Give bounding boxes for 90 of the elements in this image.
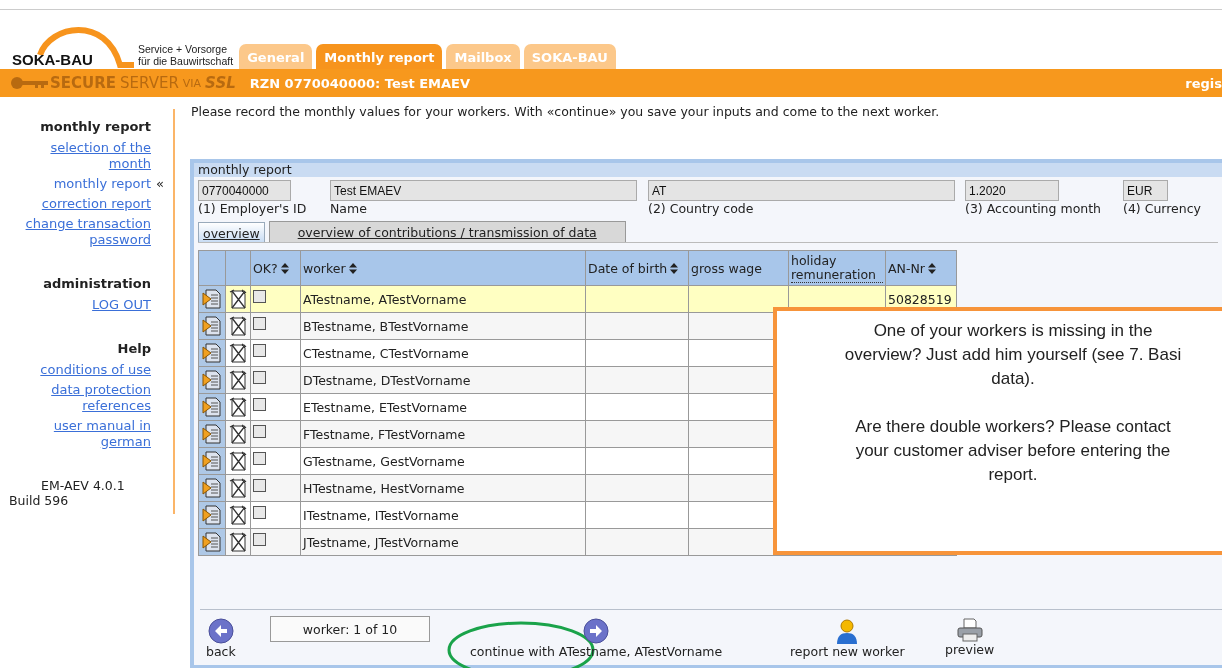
field-label: (1) Employer's ID: [198, 201, 307, 216]
action-button[interactable]: report new worker: [790, 618, 905, 659]
delete-icon[interactable]: [229, 505, 247, 525]
secure-server-logo-text: SSL: [205, 74, 236, 92]
edit-icon[interactable]: [202, 370, 222, 390]
column-header: gross wage: [691, 260, 762, 276]
table-cell: JTestname, JTestVorname: [303, 534, 459, 550]
logo-tagline: für die Bauwirtschaft: [138, 55, 234, 67]
field-label: (3) Accounting month: [965, 201, 1102, 216]
edit-icon[interactable]: [202, 397, 222, 417]
page-title: RZN 0770040000: Test EMAEV: [249, 75, 471, 91]
subtab[interactable]: overview: [198, 222, 265, 242]
readonly-field[interactable]: EUR: [1123, 180, 1168, 201]
sidebar-link[interactable]: LOG OUT: [21, 297, 151, 313]
checkbox[interactable]: [253, 532, 266, 546]
delete-icon[interactable]: [229, 397, 247, 417]
field-label: (2) Country code: [648, 201, 754, 216]
sort-icon[interactable]: [927, 262, 936, 274]
checkbox[interactable]: [253, 424, 266, 438]
checkbox[interactable]: [253, 505, 266, 519]
table-cell: DTestname, DTestVorname: [303, 372, 471, 388]
person-icon[interactable]: [836, 618, 859, 644]
logo-tagline: Service + Vorsorge: [138, 43, 228, 55]
edit-icon[interactable]: [202, 532, 222, 552]
delete-icon[interactable]: [229, 289, 247, 309]
delete-icon[interactable]: [229, 370, 247, 390]
checkbox[interactable]: [253, 370, 266, 384]
sidebar-link[interactable]: conditions of use: [21, 362, 151, 378]
sidebar-link[interactable]: user manual in german: [21, 418, 151, 450]
field-label: Name: [330, 201, 367, 216]
field-label: (4) Currency: [1123, 201, 1201, 216]
table-cell: ETestname, ETestVorname: [303, 399, 468, 415]
sidebar-link[interactable]: correction report: [21, 196, 151, 212]
edit-icon[interactable]: [202, 478, 222, 498]
edit-icon[interactable]: [202, 424, 222, 444]
delete-icon[interactable]: [229, 451, 247, 471]
edit-icon[interactable]: [202, 289, 222, 309]
readonly-field[interactable]: 1.2020: [965, 180, 1059, 201]
checkbox[interactable]: [253, 451, 266, 465]
edit-icon[interactable]: [202, 343, 222, 363]
secure-server-logo-text: SERVER: [120, 74, 179, 92]
sidebar-heading: Help: [116, 341, 151, 356]
table-cell: HTestname, HestVorname: [303, 480, 465, 496]
table-cell: FTestname, FTestVorname: [303, 426, 466, 442]
readonly-field[interactable]: AT: [648, 180, 955, 201]
back-button[interactable]: back: [206, 618, 236, 659]
sort-icon[interactable]: [280, 262, 289, 274]
checkbox[interactable]: [253, 343, 266, 357]
table-cell: 50828519: [888, 291, 952, 307]
delete-icon[interactable]: [229, 316, 247, 336]
table-cell: CTestname, CTestVorname: [303, 345, 469, 361]
column-header[interactable]: worker: [303, 260, 346, 276]
sort-icon[interactable]: [348, 262, 357, 274]
edit-icon[interactable]: [202, 505, 222, 525]
secure-server-logo-text: SECURE: [50, 74, 117, 92]
table-cell: ATestname, ATestVorname: [303, 291, 467, 307]
checkbox[interactable]: [253, 397, 266, 411]
edit-icon[interactable]: [202, 451, 222, 471]
checkbox[interactable]: [253, 289, 266, 303]
delete-icon[interactable]: [229, 424, 247, 444]
version-text: Build 596: [9, 493, 70, 508]
table-cell: GTestname, GestVorname: [303, 453, 465, 469]
readonly-field[interactable]: 0770040000: [198, 180, 291, 201]
sort-icon[interactable]: [670, 262, 679, 274]
version-text: EM-AEV 4.0.1: [40, 478, 126, 493]
delete-icon[interactable]: [229, 343, 247, 363]
delete-icon[interactable]: [229, 478, 247, 498]
panel-title: monthly report: [194, 163, 1222, 177]
sidebar-link[interactable]: change transaction password: [21, 216, 151, 248]
logo-text: SOKA-BAU: [12, 51, 93, 68]
action-button[interactable]: preview: [945, 618, 995, 657]
readonly-field[interactable]: Test EMAEV: [330, 180, 637, 201]
callout-text: Are there double workers? Please contact your customer adviser before entering the report.: [854, 416, 1172, 486]
sidebar-heading: monthly report: [39, 119, 151, 134]
checkbox[interactable]: [253, 316, 266, 330]
secure-server-logo-text: VIA: [182, 76, 202, 90]
table-cell: BTestname, BTestVorname: [303, 318, 469, 334]
worker-counter: worker: 1 of 10: [270, 616, 430, 642]
edit-icon[interactable]: [202, 316, 222, 336]
table-cell: ITestname, ITestVorname: [303, 507, 459, 523]
printer-icon[interactable]: [956, 618, 983, 642]
delete-icon[interactable]: [229, 532, 247, 552]
current-marker: «: [156, 176, 164, 192]
column-header: holiday remuneration: [791, 253, 883, 283]
subtab[interactable]: overview of contributions / transmission of data: [268, 221, 626, 242]
callout-text: One of your workers is missing in the overview? Just add him yourself (see 7. Basi data).: [843, 320, 1183, 390]
checkbox[interactable]: [253, 478, 266, 492]
key-icon: [10, 75, 50, 91]
intro-text: Please record the monthly values for your workers. With «continue» you save your inputs and come to the next worker.: [191, 104, 941, 119]
sidebar-heading: administration: [42, 276, 151, 291]
